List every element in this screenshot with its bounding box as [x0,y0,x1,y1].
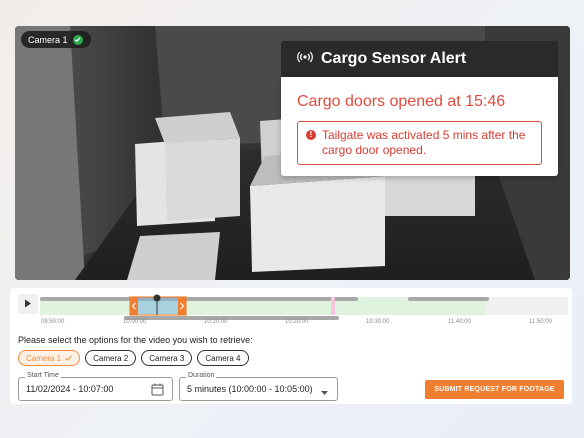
camera-chip-label: Camera 1 [26,353,62,363]
time-tick: 10:00:00 [123,319,147,325]
timeline-segment [408,297,489,301]
selection-handle-left[interactable] [130,297,138,315]
dropdown-arrow-icon [321,387,328,397]
check-icon [65,354,72,363]
camera-chip-group: Camera 1 Camera 2 Camera 3 Camera 4 [18,350,249,366]
alert-header-title: Cargo Sensor Alert [321,50,467,67]
duration-select[interactable]: Duration 5 minutes (10:00:00 - 10:05:00) [179,372,338,401]
time-tick: 10:10:00 [204,319,228,325]
duration-label: Duration [186,372,217,379]
calendar-icon[interactable] [151,383,164,398]
timeline-track[interactable] [40,292,568,322]
selection-prompt: Please select the options for the video … [18,335,253,345]
time-tick: 10:30:00 [366,319,390,325]
alert-header: Cargo Sensor Alert [281,41,558,77]
time-tick: 11:40:00 [448,319,471,325]
camera-chip-4[interactable]: Camera 4 [197,350,249,366]
sensor-signal-icon [297,50,313,68]
time-tick: 10:20:00 [285,319,309,325]
alert-title: Cargo doors opened at 15:46 [297,93,506,110]
camera-badge: Camera 1 [21,31,91,48]
time-tick: 11:50:00 [529,319,552,325]
play-icon [24,295,32,313]
alert-message-box: ! Tailgate was activated 5 mins after th… [297,121,542,165]
time-tick: 09:50:00 [41,319,65,325]
event-marker[interactable] [331,297,335,315]
camera-chip-label: Camera 2 [93,353,129,363]
timeline-segment [40,297,358,301]
alert-body: Cargo doors opened at 15:46 ! Tailgate w… [281,77,558,176]
footage-request-panel: 09:50:00 10:00:00 10:10:00 10:20:00 10:3… [10,288,572,404]
start-time-field[interactable]: Start Time 11/02/2024 - 10:07:00 [18,372,173,401]
check-circle-icon [72,34,83,45]
playhead-knob[interactable] [153,294,161,302]
camera-chip-1[interactable]: Camera 1 [18,350,81,366]
start-time-value: 11/02/2024 - 10:07:00 [26,384,114,394]
error-icon: ! [306,130,316,140]
camera-chip-label: Camera 4 [205,353,241,363]
alert-message: Tailgate was activated 5 mins after the … [322,128,526,157]
play-button[interactable] [18,294,38,314]
selection-handle-right[interactable] [178,297,186,315]
start-time-label: Start Time [25,372,61,379]
camera-badge-label: Camera 1 [28,34,68,45]
camera-chip-3[interactable]: Camera 3 [141,350,193,366]
camera-chip-label: Camera 3 [149,353,185,363]
submit-request-button[interactable]: SUBMIT REQUEST FOR FOOTAGE [425,380,564,399]
duration-value: 5 minutes (10:00:00 - 10:05:00) [187,384,313,394]
camera-chip-2[interactable]: Camera 2 [85,350,137,366]
